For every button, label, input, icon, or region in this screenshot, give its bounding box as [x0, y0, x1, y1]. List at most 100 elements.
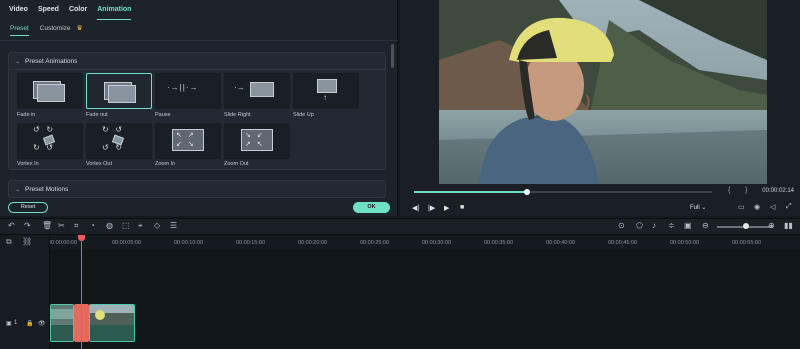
stabilize-icon[interactable]: ⬚: [122, 221, 130, 230]
brace-open-icon[interactable]: {: [728, 187, 730, 194]
previous-frame-icon[interactable]: ◀|: [412, 204, 419, 212]
slide-right-arrow-icon: ·→: [234, 83, 245, 92]
microphone-icon[interactable]: ♪: [652, 221, 656, 230]
brace-close-icon[interactable]: }: [745, 187, 747, 194]
preview-timecode: 00:00:02:14: [762, 188, 794, 194]
timeline-ruler[interactable]: 00:00:00:00 00:00:05:00 00:00:10:00 00:0…: [0, 236, 800, 250]
ok-button[interactable]: OK: [353, 202, 390, 213]
ruler-tick: 00:00:35:00: [484, 240, 514, 246]
preset-animations-header[interactable]: ⌄ Preset Animations: [9, 53, 385, 70]
animation-pause[interactable]: ·→||·→: [155, 73, 221, 109]
tab-speed[interactable]: Speed: [38, 0, 59, 20]
video-image: [439, 0, 767, 184]
undo-icon[interactable]: ↶: [8, 221, 15, 230]
clip-thumbnail: [51, 305, 73, 341]
rotate-arrows-icon: ↻ ↺: [102, 125, 123, 134]
volume-icon[interactable]: ◁: [770, 203, 775, 211]
animation-slide-up[interactable]: ↑: [293, 73, 359, 109]
slide-right-preview: [250, 82, 274, 97]
link-icon[interactable]: ⛓: [22, 237, 32, 246]
animation-vortex-out[interactable]: ↻ ↺ ↺ ↻: [86, 123, 152, 159]
animation-label: Zoom Out: [224, 161, 249, 167]
monitor-icon[interactable]: ▭: [738, 203, 745, 211]
animation-label: Slide Right: [224, 112, 251, 118]
preview-scrubber[interactable]: [414, 189, 712, 195]
lock-icon[interactable]: 🔒: [26, 320, 33, 327]
animation-slide-right[interactable]: ·→: [224, 73, 290, 109]
reset-button[interactable]: Reset: [8, 202, 48, 213]
preset-motions-header[interactable]: ⌄ Preset Motions: [8, 180, 386, 198]
fade-in-preview-front: [37, 84, 65, 102]
ruler-tick: 00:00:50:00: [670, 240, 700, 246]
rotate-arrows-icon: ↻ ↺: [33, 143, 54, 152]
layout-icon[interactable]: ▮▮: [784, 221, 793, 230]
stop-icon[interactable]: ■: [460, 204, 464, 211]
scrubber-progress: [414, 191, 528, 193]
play-icon[interactable]: ▶: [444, 204, 449, 212]
collapse-arrows-icon: ↘↙: [245, 132, 269, 139]
animation-vortex-in[interactable]: ↺ ↻ ↻ ↺: [17, 123, 83, 159]
fade-out-preview-front: [108, 85, 136, 103]
tab-video[interactable]: Video: [9, 0, 28, 20]
ruler-tick: 00:00:40:00: [546, 240, 576, 246]
chevron-down-icon: ⌄: [15, 187, 21, 193]
ruler-tick: 00:00:15:00: [236, 240, 266, 246]
redo-icon[interactable]: ↷: [24, 221, 31, 230]
ruler-tick: 00:00:30:00: [422, 240, 452, 246]
chevron-down-icon: ⌄: [15, 59, 21, 65]
fullscreen-icon[interactable]: ⤢: [786, 203, 792, 211]
cut-icon[interactable]: ✂: [58, 221, 65, 230]
motion-tracking-icon[interactable]: ⌖: [138, 221, 143, 231]
preview-panel: { } 00:00:02:14 ◀| |▶ ▶ ■ Full ⌄ ▭ ◉ ◁ ⤢: [400, 0, 800, 216]
animation-zoom-in[interactable]: ↖↗ ↙↘: [155, 123, 221, 159]
video-editor: Video Speed Color Animation Preset Custo…: [0, 0, 800, 349]
add-track-icon[interactable]: ⧉: [6, 237, 12, 247]
expand-arrows-icon: ↙↘: [176, 141, 200, 148]
keyframe-icon[interactable]: ◇: [154, 221, 160, 230]
animation-label: Pause: [155, 112, 171, 118]
track-number: 1: [14, 320, 18, 326]
playhead-handle[interactable]: [78, 235, 85, 241]
playhead[interactable]: [81, 236, 82, 349]
panel-scrollbar[interactable]: [391, 44, 394, 68]
tab-color[interactable]: Color: [69, 0, 87, 20]
speed-icon[interactable]: ◔: [90, 221, 95, 230]
animation-fade-out[interactable]: [86, 73, 152, 109]
ruler-tick: 00:00:05:00: [112, 240, 142, 246]
track-area[interactable]: [50, 250, 800, 349]
timeline-clip[interactable]: [50, 304, 74, 342]
quality-select[interactable]: Full ⌄: [690, 204, 706, 211]
adjust-icon[interactable]: ☰: [170, 221, 177, 230]
clip-thumbnail: [90, 305, 134, 341]
slide-up-arrow-icon: ↑: [323, 93, 327, 102]
animation-fade-in[interactable]: [17, 73, 83, 109]
marker-icon[interactable]: ⬠: [636, 221, 643, 230]
render-icon[interactable]: ⊙: [618, 221, 625, 230]
mixer-icon[interactable]: ≑: [668, 221, 675, 230]
subtab-preset[interactable]: Preset: [10, 22, 29, 36]
property-tabs: Video Speed Color Animation: [0, 0, 398, 20]
subtab-customize[interactable]: Customize: [40, 22, 71, 36]
snapshot-icon[interactable]: ▣: [684, 221, 692, 230]
slide-up-preview: [317, 79, 337, 93]
video-track-icon: ▣: [6, 321, 12, 327]
divider: [0, 40, 398, 41]
animation-label: Fade in: [17, 112, 36, 118]
visibility-icon[interactable]: 👁: [38, 320, 46, 327]
color-icon[interactable]: ◍: [106, 221, 113, 230]
delete-icon[interactable]: 🗑: [42, 221, 52, 230]
zoom-out-icon[interactable]: ⊖: [702, 221, 709, 230]
step-icon[interactable]: |▶: [428, 204, 435, 212]
zoom-slider-handle[interactable]: [743, 223, 749, 229]
tab-animation[interactable]: Animation: [97, 0, 132, 20]
timeline-clip[interactable]: [89, 304, 135, 342]
animation-label: Vortex Out: [86, 161, 112, 167]
crop-icon[interactable]: ⌗: [74, 221, 79, 231]
ruler-tick: 00:00:55:00: [732, 240, 762, 246]
snapshot-icon[interactable]: ◉: [754, 203, 760, 211]
scrubber-handle[interactable]: [524, 189, 531, 195]
zoom-in-icon[interactable]: ⊕: [768, 221, 775, 230]
animation-zoom-out[interactable]: ↘↙ ↗↖: [224, 123, 290, 159]
animation-label: Fade out: [86, 112, 108, 118]
track-header-column: [0, 236, 50, 349]
